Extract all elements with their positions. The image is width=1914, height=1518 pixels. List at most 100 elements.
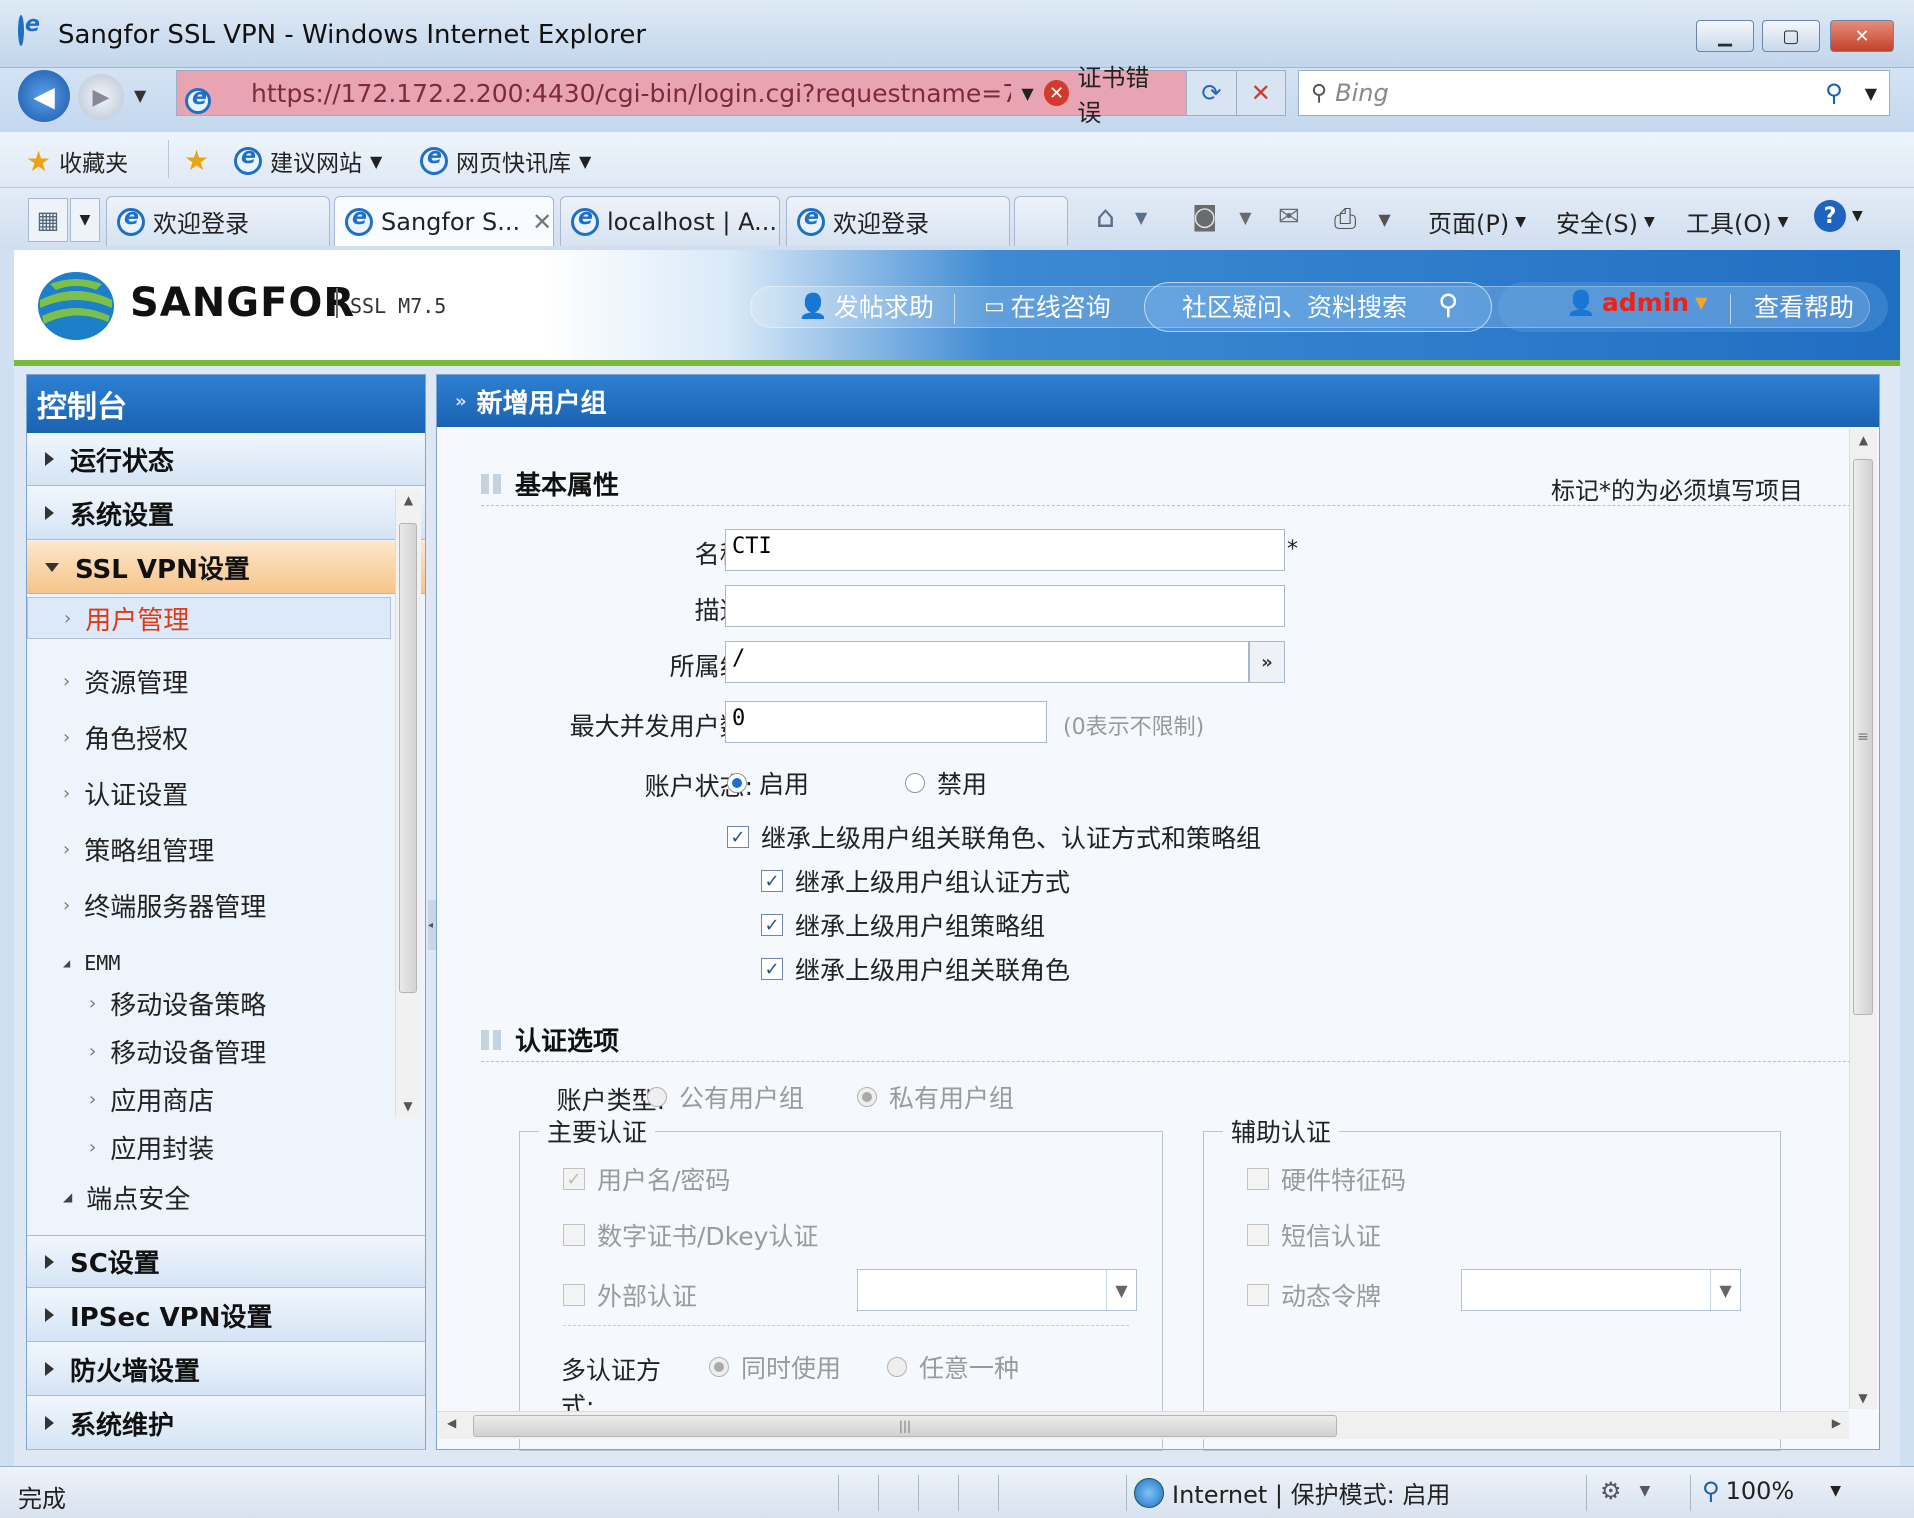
tools-menu[interactable]: 工具(O) ▼: [1686, 204, 1788, 239]
sidebar-section-ipsec[interactable]: IPSec VPN设置: [27, 1289, 425, 1342]
address-bar[interactable]: https://172.172.2.200:4430/cgi-bin/login…: [176, 64, 1286, 127]
sidebar-item-policy-group[interactable]: › 策略组管理: [27, 821, 391, 877]
name-input[interactable]: CTI: [725, 529, 1285, 571]
close-tab-icon[interactable]: ✕: [532, 208, 552, 236]
sidebar-item-role-auth[interactable]: › 角色授权: [27, 709, 391, 765]
maximize-button[interactable]: ▢: [1762, 20, 1820, 52]
tab-sangfor[interactable]: Sangfor S... ✕: [334, 196, 554, 246]
close-window-button[interactable]: ✕: [1830, 20, 1894, 52]
tab-list-dropdown-icon[interactable]: ▼: [70, 198, 100, 242]
forward-button[interactable]: ▶: [78, 74, 124, 120]
help-menu[interactable]: ? ▼: [1814, 200, 1863, 232]
new-tab-button[interactable]: [1014, 196, 1068, 246]
web-slice-gallery-link[interactable]: 网页快讯库 ▼: [420, 144, 591, 178]
post-help-link[interactable]: 👤 发帖求助: [798, 288, 934, 324]
url-dropdown-icon[interactable]: ▼: [1021, 84, 1033, 103]
any-one-radio[interactable]: 任意一种: [887, 1349, 1019, 1385]
zoom-control[interactable]: ⚲ 100% ▼: [1702, 1477, 1841, 1505]
community-search-label[interactable]: 社区疑问、资料搜索: [1182, 288, 1407, 324]
tab-welcome-1[interactable]: 欢迎登录: [106, 196, 330, 246]
sidebar-item-app-wrap[interactable]: › 应用封装: [27, 1123, 391, 1171]
dynamic-token-checkbox[interactable]: 动态令牌: [1247, 1277, 1381, 1313]
scrollbar-thumb[interactable]: [399, 523, 417, 993]
suggested-sites-link[interactable]: 建议网站 ▼: [234, 144, 382, 178]
favorites-button[interactable]: ★ 收藏夹: [26, 144, 128, 178]
history-dropdown-icon[interactable]: ▼: [134, 86, 146, 105]
user-password-checkbox[interactable]: ✓ 用户名/密码: [563, 1161, 730, 1197]
add-favorite-button[interactable]: ★: [184, 144, 209, 177]
mail-icon[interactable]: ✉: [1278, 202, 1300, 232]
search-box[interactable]: ⚲ Bing ⚲ ▼: [1298, 70, 1890, 116]
scroll-down-icon[interactable]: ▼: [1850, 1391, 1876, 1405]
item-label: 资源管理: [84, 668, 189, 699]
external-auth-checkbox[interactable]: 外部认证: [563, 1277, 697, 1313]
public-group-radio[interactable]: 公有用户组: [647, 1079, 804, 1115]
content-horizontal-scrollbar[interactable]: ◀ ||| ▶: [437, 1411, 1849, 1439]
inherit-auth-checkbox[interactable]: ✓ 继承上级用户组认证方式: [761, 863, 1070, 899]
status-enabled-radio[interactable]: 启用: [727, 765, 809, 801]
user-menu[interactable]: 👤 admin ▼: [1566, 288, 1707, 317]
simultaneous-radio[interactable]: 同时使用: [709, 1349, 841, 1385]
hardware-code-checkbox[interactable]: 硬件特征码: [1247, 1161, 1406, 1197]
sidebar-section-system[interactable]: 系统设置: [27, 487, 425, 540]
inherit-all-checkbox[interactable]: ✓ 继承上级用户组关联角色、认证方式和策略组: [727, 819, 1261, 855]
security-zone[interactable]: Internet | 保护模式: 启用: [1134, 1475, 1450, 1510]
sidebar-item-terminal-server[interactable]: › 终端服务器管理: [27, 877, 391, 933]
scrollbar-thumb[interactable]: |||: [473, 1415, 1337, 1437]
max-users-input[interactable]: 0: [725, 701, 1047, 743]
search-input[interactable]: Bing: [1335, 79, 1825, 107]
sidebar-collapse-handle[interactable]: ◂: [428, 900, 436, 950]
external-auth-select[interactable]: ▼: [857, 1269, 1137, 1311]
inherit-policy-checkbox[interactable]: ✓ 继承上级用户组策略组: [761, 907, 1045, 943]
sidebar-group-endpoint[interactable]: ◢ 端点安全: [27, 1173, 391, 1221]
sidebar-item-app-store[interactable]: › 应用商店: [27, 1075, 391, 1123]
tab-welcome-2[interactable]: 欢迎登录: [786, 196, 1010, 246]
print-icon[interactable]: ⎙ ▼: [1334, 202, 1391, 236]
sidebar-section-sslvpn[interactable]: SSL VPN设置: [27, 541, 425, 594]
scroll-right-icon[interactable]: ▶: [1832, 1416, 1841, 1430]
sidebar-section-sc[interactable]: SC设置: [27, 1235, 425, 1288]
quick-tabs-icon[interactable]: ▦: [28, 198, 68, 242]
inherit-role-checkbox[interactable]: ✓ 继承上级用户组关联角色: [761, 951, 1070, 987]
sms-auth-checkbox[interactable]: 短信认证: [1247, 1217, 1381, 1253]
cert-error-label[interactable]: 证书错误: [1077, 58, 1172, 128]
feeds-icon[interactable]: ◙ ▼: [1192, 202, 1252, 232]
search-icon[interactable]: ⚲: [1438, 288, 1459, 321]
content-vertical-scrollbar[interactable]: ▲ ≡ ▼: [1849, 429, 1877, 1409]
sidebar-scrollbar[interactable]: ▲ ▼: [395, 489, 421, 1117]
browse-group-button[interactable]: »: [1249, 641, 1285, 683]
url-text[interactable]: https://172.172.2.200:4430/cgi-bin/login…: [251, 79, 1011, 108]
description-input[interactable]: [725, 585, 1285, 627]
sidebar-item-user-mgmt[interactable]: › 用户管理: [27, 597, 391, 639]
stop-icon[interactable]: ✕: [1235, 71, 1285, 115]
online-consult-link[interactable]: ▭ 在线咨询: [984, 288, 1111, 324]
private-group-radio[interactable]: 私有用户组: [857, 1079, 1014, 1115]
sidebar-item-auth-settings[interactable]: › 认证设置: [27, 765, 391, 821]
protected-mode-icon[interactable]: ⚙ ▼: [1600, 1477, 1650, 1505]
cert-dkey-checkbox[interactable]: 数字证书/Dkey认证: [563, 1217, 818, 1253]
status-disabled-radio[interactable]: 禁用: [905, 765, 987, 801]
sidebar-section-status[interactable]: 运行状态: [27, 433, 425, 486]
page-menu[interactable]: 页面(P) ▼: [1428, 204, 1526, 239]
tab-localhost[interactable]: localhost | A...: [560, 196, 780, 246]
dynamic-token-select[interactable]: ▼: [1461, 1269, 1741, 1311]
sidebar-section-maintenance[interactable]: 系统维护: [27, 1397, 425, 1450]
back-button[interactable]: ◀: [18, 70, 70, 122]
safety-menu[interactable]: 安全(S) ▼: [1556, 204, 1655, 239]
refresh-icon[interactable]: ⟳: [1186, 71, 1236, 115]
search-options-icon[interactable]: ▼: [1865, 84, 1877, 103]
scroll-up-icon[interactable]: ▲: [396, 489, 421, 507]
home-icon[interactable]: ⌂ ▼: [1096, 200, 1147, 235]
sidebar-item-mobile-policy[interactable]: › 移动设备策略: [27, 979, 391, 1027]
search-icon[interactable]: ⚲: [1825, 79, 1843, 107]
sidebar-item-resource-mgmt[interactable]: › 资源管理: [27, 653, 391, 709]
scroll-down-icon[interactable]: ▼: [396, 1099, 420, 1113]
sidebar-section-firewall[interactable]: 防火墙设置: [27, 1343, 425, 1396]
minimize-button[interactable]: ▁: [1696, 20, 1754, 52]
scroll-left-icon[interactable]: ◀: [447, 1416, 456, 1430]
parent-group-input[interactable]: /: [725, 641, 1249, 683]
sidebar-item-mobile-mgmt[interactable]: › 移动设备管理: [27, 1027, 391, 1075]
view-help-link[interactable]: 查看帮助: [1754, 288, 1854, 324]
scroll-up-icon[interactable]: ▲: [1850, 429, 1877, 447]
scrollbar-thumb[interactable]: ≡: [1853, 459, 1873, 1015]
